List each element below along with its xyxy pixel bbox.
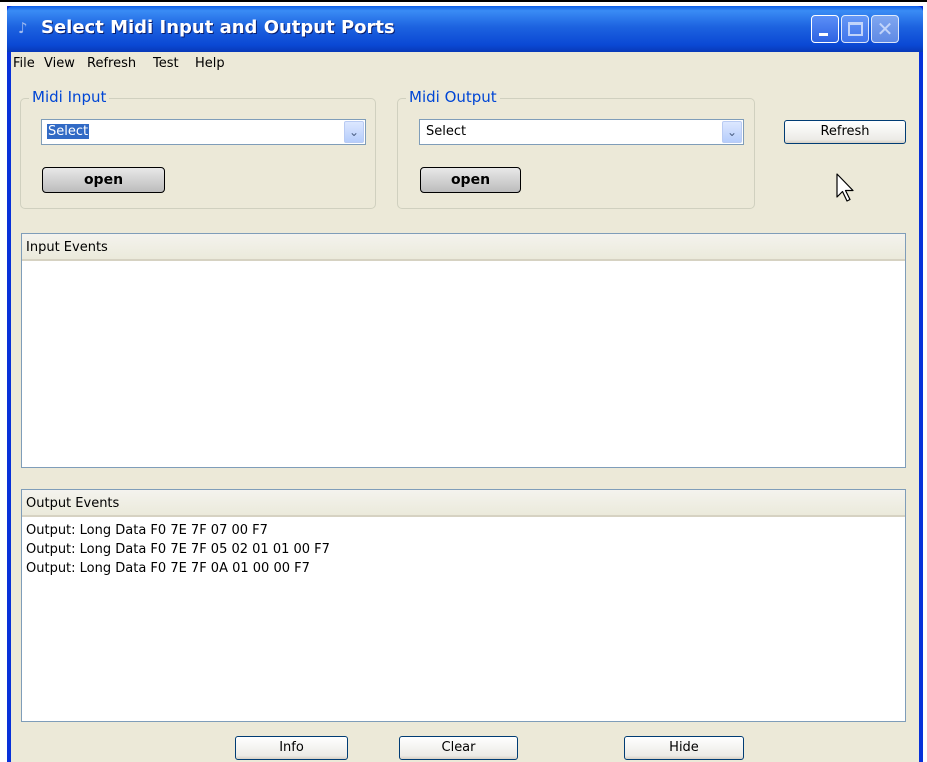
menu-view[interactable]: View bbox=[44, 56, 75, 71]
midi-output-selected-value: Select bbox=[426, 124, 467, 139]
maximize-button[interactable] bbox=[841, 15, 869, 43]
menu-refresh[interactable]: Refresh bbox=[87, 56, 136, 71]
midi-input-selected-value: Select bbox=[47, 124, 90, 139]
input-events-list[interactable] bbox=[22, 262, 905, 467]
midi-input-open-button[interactable]: open bbox=[42, 167, 165, 193]
maximize-icon bbox=[848, 22, 863, 36]
list-item: Output: Long Data F0 7E 7F 07 00 F7 bbox=[26, 523, 268, 538]
mouse-pointer-icon bbox=[836, 173, 854, 202]
menu-bar: File View Refresh Test Help bbox=[11, 52, 919, 76]
list-item: Output: Long Data F0 7E 7F 05 02 01 01 0… bbox=[26, 542, 330, 557]
minimize-icon bbox=[819, 33, 828, 36]
midi-app-icon: ♪ bbox=[18, 19, 28, 37]
output-events-header: Output Events bbox=[22, 490, 905, 517]
output-events-panel: Output Events Output: Long Data F0 7E 7F… bbox=[21, 489, 906, 722]
minimize-button[interactable] bbox=[811, 15, 839, 43]
midi-output-legend: Midi Output bbox=[406, 88, 500, 106]
menu-file[interactable]: File bbox=[13, 56, 35, 71]
info-button[interactable]: Info bbox=[235, 736, 348, 760]
midi-input-select[interactable]: Select ⌄ bbox=[41, 119, 366, 145]
chevron-down-icon[interactable]: ⌄ bbox=[344, 121, 364, 143]
title-bar[interactable]: ♪ Select Midi Input and Output Ports ✕ bbox=[7, 6, 923, 52]
menu-test[interactable]: Test bbox=[153, 56, 179, 71]
menu-help[interactable]: Help bbox=[195, 56, 225, 71]
window-title: Select Midi Input and Output Ports bbox=[41, 17, 395, 38]
midi-output-open-button[interactable]: open bbox=[420, 167, 521, 193]
input-events-panel: Input Events bbox=[21, 233, 906, 468]
screen-top-edge bbox=[0, 0, 927, 2]
midi-input-legend: Midi Input bbox=[29, 88, 110, 106]
chevron-down-icon[interactable]: ⌄ bbox=[722, 121, 742, 143]
output-events-list[interactable]: Output: Long Data F0 7E 7F 07 00 F7 Outp… bbox=[22, 518, 905, 721]
window-client-area: File View Refresh Test Help Midi Input S… bbox=[11, 52, 919, 762]
refresh-button[interactable]: Refresh bbox=[784, 120, 906, 144]
midi-input-group: Midi Input Select ⌄ open bbox=[20, 88, 376, 209]
midi-output-select[interactable]: Select ⌄ bbox=[419, 119, 744, 145]
input-events-header: Input Events bbox=[22, 234, 905, 261]
list-item: Output: Long Data F0 7E 7F 0A 01 00 00 F… bbox=[26, 561, 310, 576]
main-window: ♪ Select Midi Input and Output Ports ✕ F… bbox=[7, 6, 923, 762]
hide-button[interactable]: Hide bbox=[624, 736, 744, 760]
clear-button[interactable]: Clear bbox=[399, 736, 518, 760]
close-icon: ✕ bbox=[876, 17, 894, 41]
close-button[interactable]: ✕ bbox=[871, 15, 899, 43]
midi-output-group: Midi Output Select ⌄ open bbox=[397, 88, 755, 209]
